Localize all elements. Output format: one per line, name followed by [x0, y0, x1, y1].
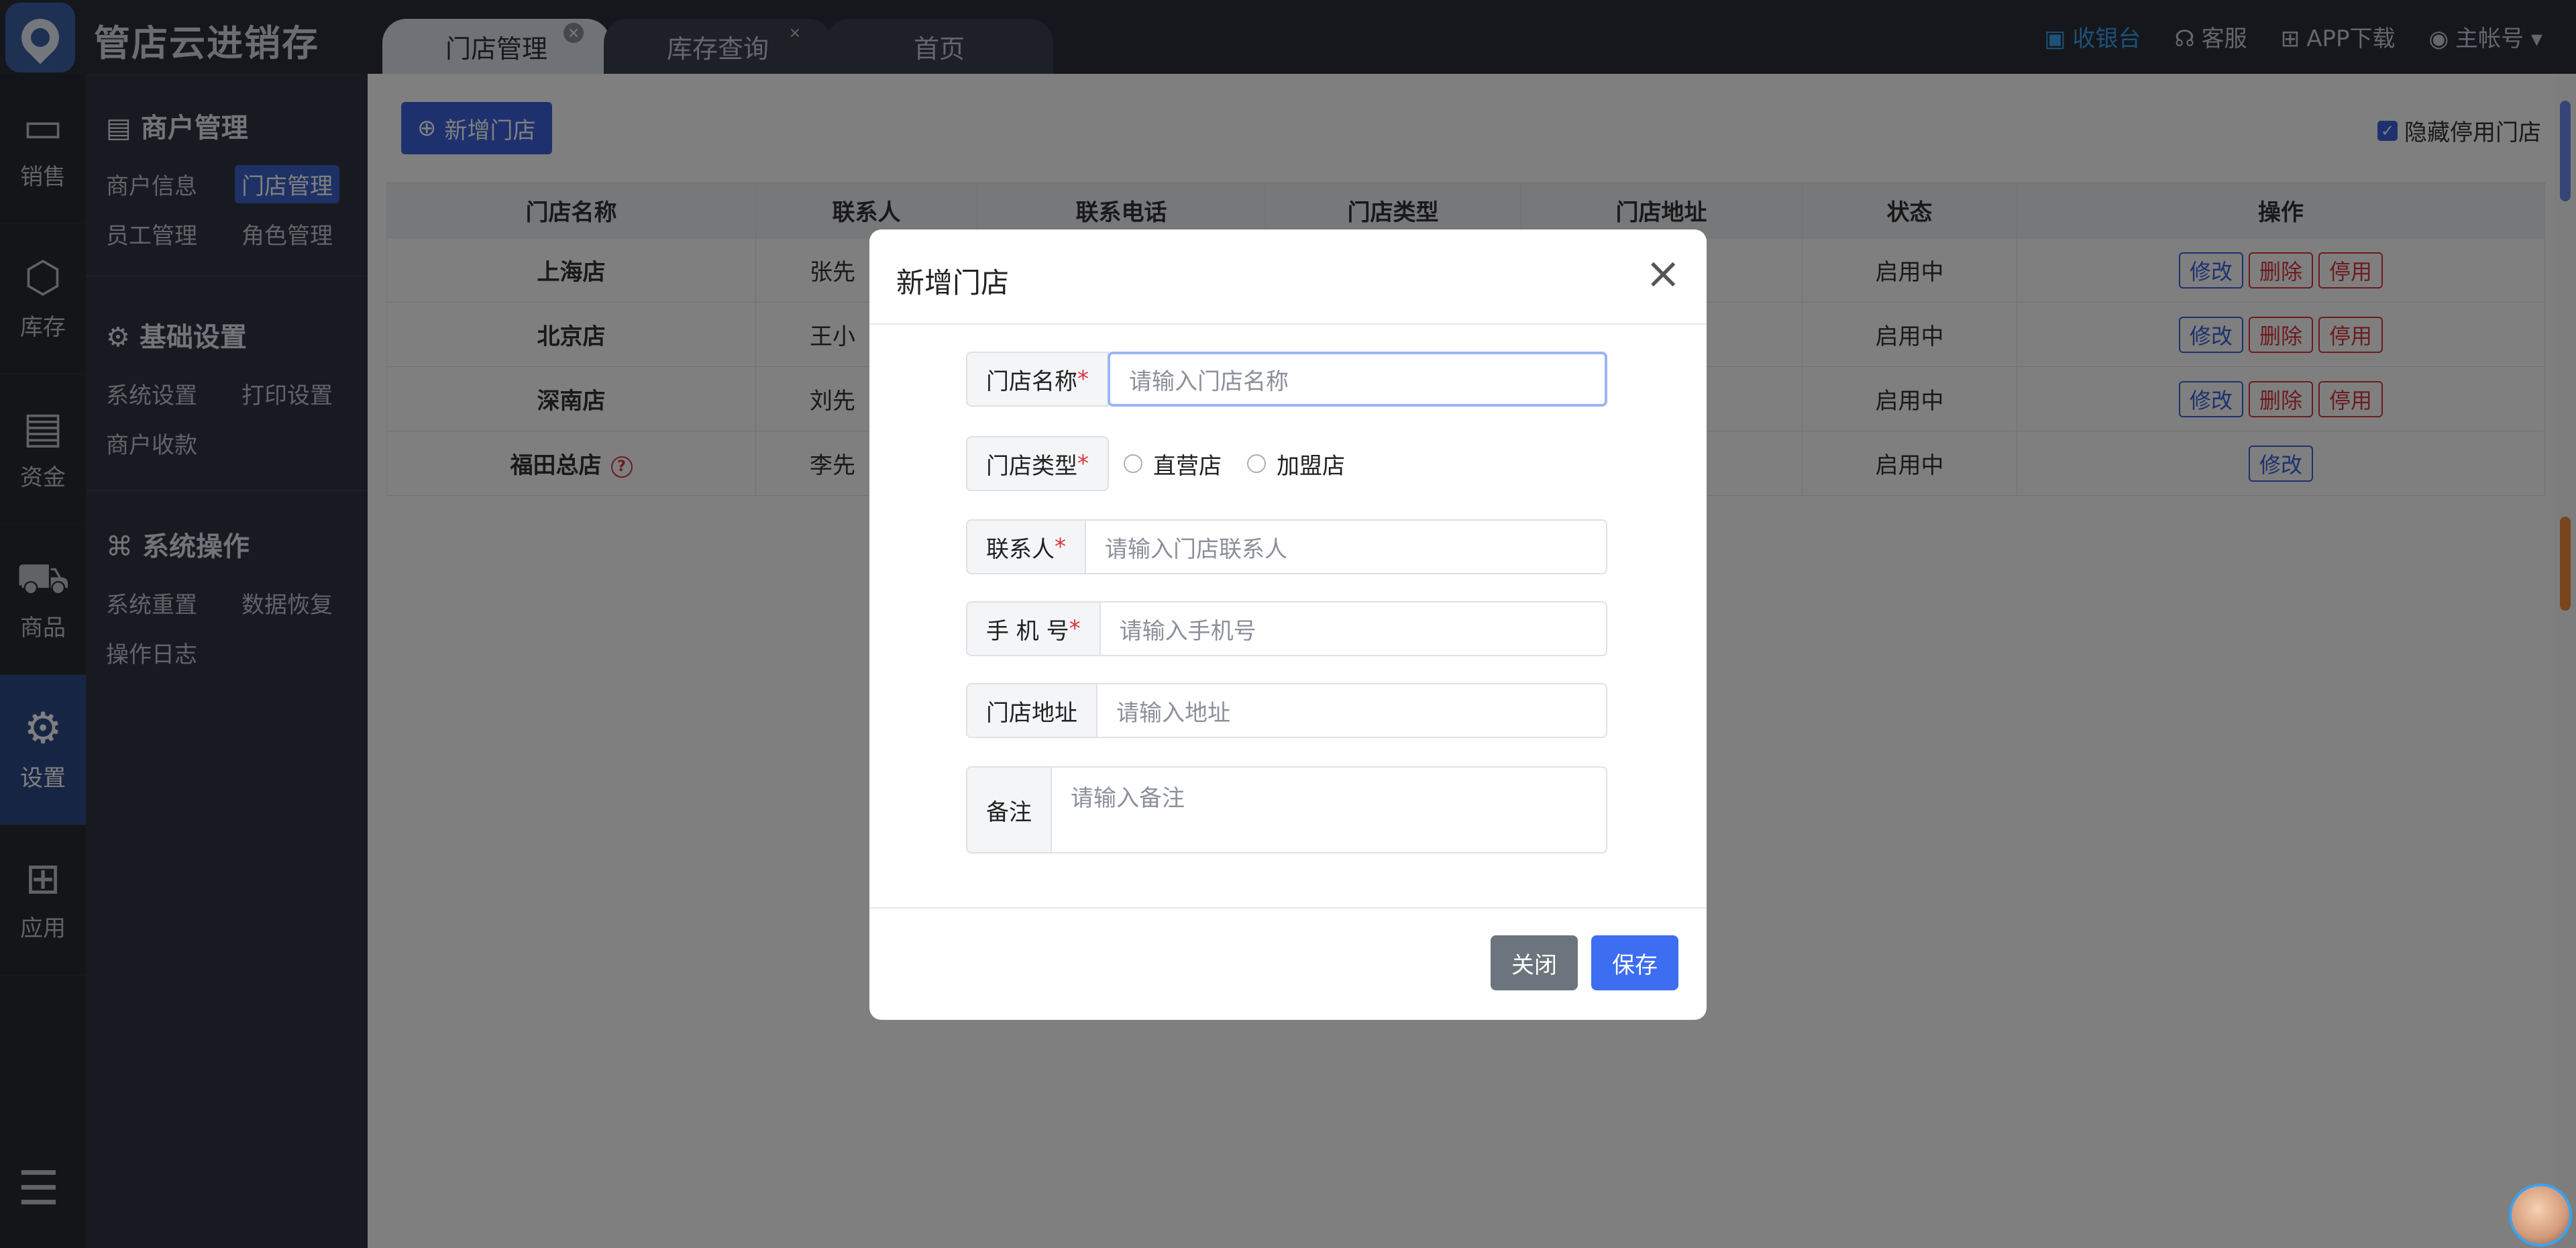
phone-label: 手 机 号 * — [966, 601, 1101, 656]
address-label: 门店地址 — [966, 683, 1097, 738]
address-row: 门店地址 请输入地址 — [966, 683, 1607, 738]
radio-icon — [1247, 454, 1266, 473]
store-type-options: 直营店 加盟店 — [1109, 436, 1356, 491]
contact-input[interactable]: 请输入门店联系人 — [1086, 519, 1607, 574]
radio-franchise-store[interactable]: 加盟店 — [1247, 448, 1345, 480]
store-name-input[interactable]: 请输入门店名称 — [1108, 352, 1607, 407]
save-button[interactable]: 保存 — [1591, 935, 1678, 990]
close-button[interactable]: 关闭 — [1491, 935, 1578, 990]
store-type-label: 门店类型 * — [966, 436, 1109, 491]
phone-input[interactable]: 请输入手机号 — [1100, 601, 1607, 656]
dialog-title: 新增门店 — [896, 266, 1010, 299]
contact-label: 联系人 * — [966, 519, 1086, 574]
note-textarea[interactable]: 请输入备注 — [1052, 766, 1607, 853]
divider — [869, 907, 1707, 908]
store-name-label: 门店名称 * — [966, 352, 1109, 407]
store-type-row: 门店类型 * 直营店 加盟店 — [966, 436, 1607, 491]
radio-direct-store[interactable]: 直营店 — [1124, 448, 1222, 480]
add-store-dialog: 新增门店 × 门店名称 * 请输入门店名称 门店类型 * 直营店 加盟店 联系人 * … — [869, 229, 1707, 1020]
store-name-row: 门店名称 * 请输入门店名称 — [966, 352, 1607, 407]
radio-icon — [1124, 454, 1142, 473]
close-icon[interactable]: × — [1645, 252, 1681, 295]
note-label: 备注 — [966, 766, 1052, 853]
address-input[interactable]: 请输入地址 — [1097, 683, 1607, 738]
support-avatar[interactable] — [2509, 1184, 2572, 1247]
note-row: 备注 请输入备注 — [966, 766, 1607, 853]
contact-row: 联系人 * 请输入门店联系人 — [966, 519, 1607, 574]
divider — [869, 323, 1707, 325]
phone-row: 手 机 号 * 请输入手机号 — [966, 601, 1607, 656]
